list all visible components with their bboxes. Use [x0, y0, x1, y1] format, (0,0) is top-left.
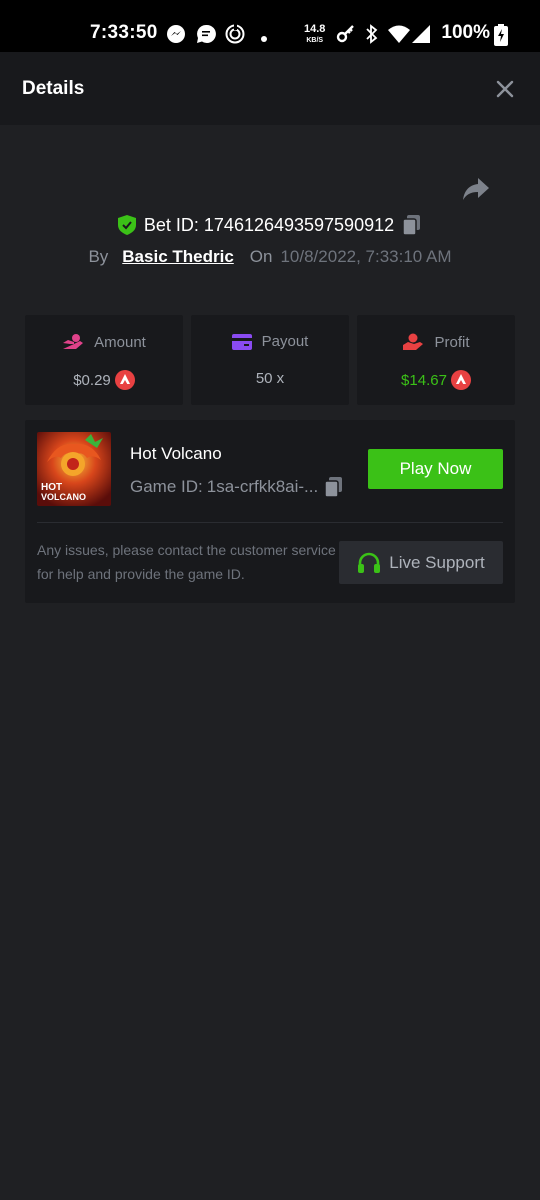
dot-icon	[260, 30, 268, 48]
user-link[interactable]: Basic Thedric	[122, 247, 234, 267]
game-thumbnail[interactable]: HOT VOLCANO	[37, 432, 111, 506]
game-id-label: Game ID:	[130, 477, 203, 496]
game-id: Game ID: 1sa-crfkk8ai-...	[130, 476, 344, 498]
bet-id-label: Bet ID:	[143, 214, 199, 235]
status-time: 7:33:50	[90, 22, 158, 43]
stat-payout: Payout 50 x	[191, 315, 349, 405]
signal-icon	[412, 24, 430, 49]
card-icon	[231, 333, 252, 350]
bet-id-value: 1746126493597590912	[203, 214, 395, 235]
bet-date: 10/8/2022, 7:33:10 AM	[280, 247, 452, 266]
game-card: HOT VOLCANO Hot Volcano Game ID: 1sa-crf…	[25, 420, 515, 603]
stat-payout-value: 50 x	[255, 370, 285, 387]
chat-icon	[196, 24, 216, 49]
live-support-button[interactable]: Live Support	[339, 541, 503, 584]
page-title: Details	[22, 78, 85, 99]
battery-charging-icon	[494, 24, 508, 51]
bluetooth-icon	[364, 24, 380, 49]
play-now-button[interactable]: Play Now	[368, 449, 503, 489]
avax-icon	[450, 370, 471, 390]
share-icon	[463, 178, 489, 200]
copy-bet-id-icon[interactable]	[402, 214, 422, 236]
vpn-key-icon	[336, 24, 356, 49]
profit-hand-icon	[403, 333, 424, 350]
bet-author-row: By Basic Thedric On 10/8/2022, 7:33:10 A…	[0, 247, 540, 267]
copy-game-id-icon[interactable]	[324, 476, 344, 498]
game-name[interactable]: Hot Volcano	[130, 444, 222, 464]
on-label: On	[249, 247, 273, 266]
wifi-icon	[388, 24, 410, 49]
divider	[37, 522, 503, 523]
support-help-text: Any issues, please contact the customer …	[37, 542, 336, 582]
messenger-icon	[166, 24, 186, 49]
thumb-title-line2: VOLCANO	[41, 492, 86, 502]
stat-amount: Amount $0.29	[25, 315, 183, 405]
net-speed: 14.8 KB/S	[304, 24, 325, 46]
bet-stats: Amount $0.29 Payout 50 x Profit $14.67	[25, 315, 515, 405]
money-hand-icon	[63, 334, 84, 349]
close-button[interactable]	[494, 78, 516, 100]
share-button[interactable]	[462, 176, 490, 202]
stat-profit: Profit $14.67	[357, 315, 515, 405]
stat-payout-label: Payout	[261, 333, 309, 350]
net-speed-unit: KB/S	[306, 37, 324, 44]
headset-icon	[358, 552, 381, 573]
stat-profit-label: Profit	[434, 333, 470, 351]
status-bar: 7:33:50 14.8 KB/S 100%	[0, 0, 540, 52]
stat-profit-value: $14.67	[401, 371, 447, 389]
by-label: By	[88, 247, 109, 266]
stat-amount-label: Amount	[94, 333, 146, 351]
game-id-value: 1sa-crfkk8ai-...	[206, 477, 319, 496]
battery-percent: 100%	[441, 22, 490, 43]
sync-icon	[225, 24, 245, 49]
avax-icon	[114, 370, 135, 390]
bet-id-row: Bet ID: 1746126493597590912	[0, 214, 540, 240]
verified-shield-icon	[117, 215, 136, 235]
details-header: Details	[0, 52, 540, 125]
net-speed-value: 14.8	[304, 23, 326, 35]
live-support-label: Live Support	[389, 552, 485, 572]
stat-amount-value: $0.29	[73, 371, 111, 389]
close-icon	[496, 80, 514, 98]
